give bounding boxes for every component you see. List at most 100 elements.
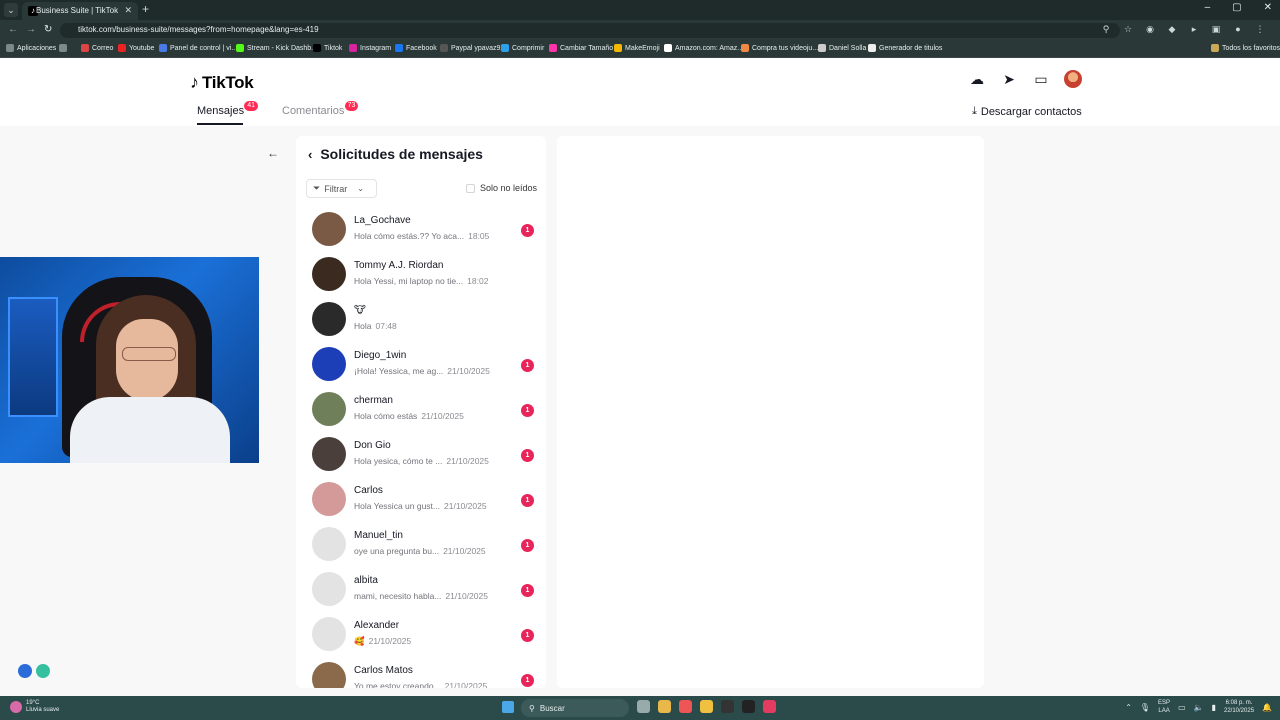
floating-icons: [18, 664, 50, 678]
forward-icon[interactable]: →: [26, 24, 36, 35]
avatar: [312, 257, 346, 291]
bookmark-item[interactable]: Compra tus videoju...: [741, 44, 818, 52]
bookmark-item[interactable]: Comprimir: [501, 44, 544, 52]
bookmark-item[interactable]: Instagram: [349, 44, 391, 52]
language-indicator[interactable]: ESP LAA: [1158, 699, 1170, 715]
message-preview: Hola cómo estás: [354, 411, 418, 421]
bookmark-item[interactable]: Daniel Solla: [818, 44, 866, 52]
zoom-icon[interactable]: ⚲: [1100, 24, 1112, 35]
message-request-row[interactable]: Alexander 🥰 21/10/2025 1: [296, 614, 546, 659]
message-request-row[interactable]: 🐮 Hola 07:48: [296, 299, 546, 344]
message-request-row[interactable]: albita mami, necesito habla... 21/10/2025 1: [296, 569, 546, 614]
message-requests-panel: ‹ Solicitudes de mensajes ⏷ Filtrar ⌄ So…: [296, 136, 546, 688]
url-text: tiktok.com/business-suite/messages?from=…: [78, 25, 319, 34]
avatar: [312, 572, 346, 606]
tab-close-icon[interactable]: ✕: [124, 5, 132, 16]
unread-only-checkbox[interactable]: [466, 183, 475, 193]
tab-messages[interactable]: Mensajes 41: [197, 101, 259, 117]
messenger-icon[interactable]: [18, 664, 32, 678]
clock[interactable]: 6:08 p. m. 22/10/2025: [1224, 699, 1254, 715]
taskbar-search[interactable]: ⚲ Buscar: [521, 699, 629, 717]
upload-icon[interactable]: ☁: [968, 71, 986, 88]
bookmarks-bar: Aplicaciones Correo Youtube Panel de con…: [0, 41, 1280, 58]
bookmark-item[interactable]: Youtube: [118, 44, 154, 52]
bookmark-item[interactable]: Facebook: [395, 44, 437, 52]
maximize-icon[interactable]: ▢: [1232, 2, 1241, 13]
message-request-row[interactable]: Don Gio Hola yesica, cómo te ... 21/10/202…: [296, 434, 546, 479]
comment-icon[interactable]: ▭: [1032, 71, 1050, 88]
bookmark-item[interactable]: Correo: [81, 44, 113, 52]
chevron-left-icon[interactable]: ‹: [308, 147, 312, 162]
clock-time: 6:08 p. m.: [1225, 700, 1253, 706]
network-icon[interactable]: ▭: [1178, 703, 1186, 712]
unread-badge: 1: [521, 359, 534, 372]
chevron-down-icon: ⌄: [357, 184, 364, 193]
brave-icon[interactable]: [679, 700, 692, 713]
back-icon[interactable]: ←: [8, 24, 18, 35]
send-icon[interactable]: ➤: [1000, 71, 1018, 88]
epic-games-icon[interactable]: [742, 700, 755, 713]
bookmark-item[interactable]: [59, 44, 67, 52]
close-window-icon[interactable]: ✕: [1264, 2, 1272, 13]
bookmark-item[interactable]: Cambiar Tamaño: [549, 44, 613, 52]
bookmark-item[interactable]: Panel de control | vi...: [159, 44, 237, 52]
header-actions: ☁ ➤ ▭: [968, 70, 1082, 88]
bookmark-item[interactable]: Stream - Kick Dashb...: [236, 44, 317, 52]
battery-icon[interactable]: ▮: [1212, 703, 1216, 712]
browser-tab[interactable]: ♪ Business Suite | TikTok ✕: [22, 2, 138, 20]
weather-widget[interactable]: 19°C Lluvia suave: [10, 700, 59, 714]
whatsapp-icon[interactable]: [36, 664, 50, 678]
message-request-row[interactable]: Manuel_tin oye una pregunta bu... 21/10/20…: [296, 524, 546, 569]
message-request-row[interactable]: cherman Hola cómo estás 21/10/2025 1: [296, 389, 546, 434]
message-request-row[interactable]: Tommy A.J. Riordan Hola Yessi, mi laptop …: [296, 254, 546, 299]
message-request-row[interactable]: Diego_1win ¡Hola! Yessica, me ag... 21/10/…: [296, 344, 546, 389]
menu-dots-icon[interactable]: ⋮: [1254, 24, 1266, 35]
extension-icon[interactable]: ▸: [1188, 24, 1200, 35]
all-favorites[interactable]: Todos los favoritos: [1211, 44, 1280, 52]
bookmark-item[interactable]: Paypal ypavaz92: [440, 44, 504, 52]
bookmark-item[interactable]: Tiktok: [313, 44, 342, 52]
minimize-icon[interactable]: –: [1205, 2, 1211, 13]
bookmark-item[interactable]: Amazon.com: Amaz...: [664, 44, 743, 52]
tab-comments[interactable]: Comentarios 73: [282, 101, 359, 117]
url-field[interactable]: tiktok.com/business-suite/messages?from=…: [60, 23, 1120, 38]
unread-badge: 1: [521, 224, 534, 237]
microphone-icon[interactable]: 🎙: [1140, 703, 1150, 712]
star-icon[interactable]: ☆: [1122, 24, 1134, 35]
bookmark-item[interactable]: Generador de titulos: [868, 44, 942, 52]
extension-icon[interactable]: ◆: [1166, 24, 1178, 35]
unread-only-toggle[interactable]: Solo no leídos: [466, 183, 537, 193]
profile-icon[interactable]: ●: [1232, 24, 1244, 35]
unread-badge: 1: [521, 494, 534, 507]
tiktok-logo[interactable]: ♪ TikTok: [190, 72, 254, 93]
bookmark-item[interactable]: Aplicaciones: [6, 44, 56, 52]
message-preview: Yo me estoy creando...: [354, 681, 441, 688]
reload-icon[interactable]: ↻: [44, 24, 52, 35]
bookmark-item[interactable]: MakeEmoji: [614, 44, 660, 52]
filter-dropdown[interactable]: ⏷ Filtrar ⌄: [306, 179, 377, 198]
tray-chevron-icon[interactable]: ⌃: [1125, 703, 1132, 712]
file-explorer-icon[interactable]: [700, 700, 713, 713]
back-arrow-icon[interactable]: ←: [262, 142, 284, 164]
tiktok-app-icon[interactable]: [763, 700, 776, 713]
message-preview: Hola yesica, cómo te ...: [354, 456, 443, 466]
message-request-row[interactable]: Carlos Matos Yo me estoy creando... 21/10/…: [296, 659, 546, 688]
extension-icon[interactable]: ◉: [1144, 24, 1156, 35]
sender-name: Carlos Matos: [354, 665, 413, 676]
volume-icon[interactable]: 🔈: [1194, 703, 1204, 712]
notifications-icon[interactable]: 🔔: [1262, 703, 1272, 712]
app-icon[interactable]: [721, 700, 734, 713]
download-contacts-button[interactable]: ⤓ Descargar contactos: [972, 105, 1082, 118]
message-preview: 🥰: [354, 636, 365, 646]
task-view-icon[interactable]: [637, 700, 650, 713]
profile-avatar[interactable]: [1064, 70, 1082, 88]
message-time: 21/10/2025: [444, 681, 488, 688]
windows-start-icon[interactable]: [502, 701, 514, 713]
tab-search-icon[interactable]: ⌄: [4, 3, 18, 17]
chrome-icon[interactable]: [658, 700, 671, 713]
message-request-row[interactable]: Carlos Hola Yessica un gust... 21/10/2025 1: [296, 479, 546, 524]
extensions-puzzle-icon[interactable]: ▣: [1210, 24, 1222, 35]
new-tab-icon[interactable]: +: [142, 2, 149, 16]
message-request-row[interactable]: La_Gochave Hola cómo estás.?? Yo aca... 18…: [296, 209, 546, 254]
temperature: 19°C: [26, 700, 40, 706]
